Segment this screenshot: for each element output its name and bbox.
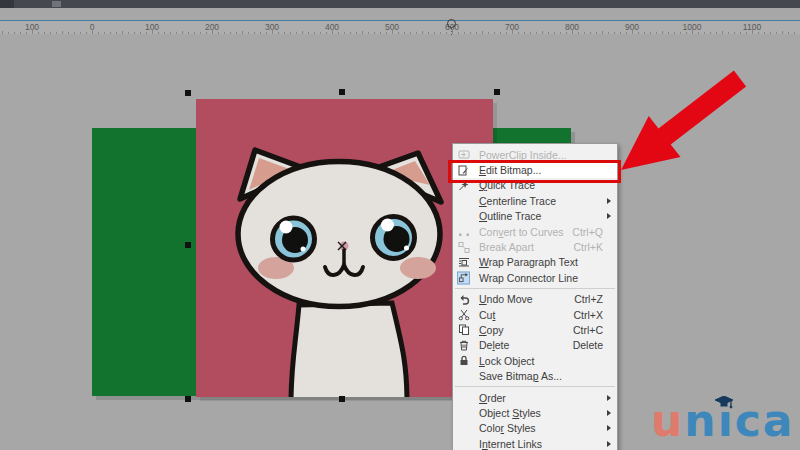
wrap-connector-icon [457, 271, 470, 284]
selection-center-x[interactable] [338, 242, 346, 250]
menu-item-label: PowerClip Inside... [479, 149, 567, 161]
submenu-arrow-icon [607, 213, 611, 219]
menu-item-color-styles[interactable]: Color Styles [453, 421, 617, 436]
menu-item-label: Object Styles [479, 407, 541, 419]
selection-handle[interactable] [494, 89, 500, 95]
menu-item-label: Copy [479, 324, 504, 336]
menu-item-label: Wrap Connector Line [479, 272, 578, 284]
menu-shortcut: Ctrl+Q [572, 226, 603, 238]
menu-item-label: Cut [479, 309, 495, 321]
menu-item-label: Break Apart [479, 241, 534, 253]
menu-item-wrap-connector-line[interactable]: Wrap Connector Line [453, 270, 617, 285]
graduation-cap-icon [714, 396, 734, 409]
menu-item-cut[interactable]: Cut Ctrl+X [453, 307, 617, 322]
menu-item-delete[interactable]: Delete Delete [453, 338, 617, 353]
delete-icon [457, 339, 470, 352]
submenu-arrow-icon [607, 395, 611, 401]
selection-handle[interactable] [185, 90, 191, 96]
menu-item-undo-move[interactable]: Undo Move Ctrl+Z [453, 292, 617, 307]
menu-item-object-styles[interactable]: Object Styles [453, 405, 617, 420]
menu-item-lock-object[interactable]: Lock Object [453, 353, 617, 368]
menu-item-label: Convert to Curves [479, 226, 564, 238]
menu-item-label: Outline Trace [479, 210, 541, 222]
convert-curves-icon [457, 225, 470, 238]
break-apart-icon [457, 241, 470, 254]
undo-icon [457, 293, 470, 306]
menu-item-convert-to-curves: Convert to Curves Ctrl+Q [453, 224, 617, 239]
selection-handle[interactable] [339, 89, 345, 95]
menu-item-label: Internet Links [479, 438, 542, 450]
menu-item-centerline-trace[interactable]: Centerline Trace [453, 193, 617, 208]
submenu-arrow-icon [607, 441, 611, 447]
unica-logo: unıca [651, 399, 795, 443]
menu-item-break-apart: Break Apart Ctrl+K [453, 239, 617, 254]
menu-shortcut: Delete [573, 339, 603, 351]
menu-item-label: Lock Object [479, 355, 534, 367]
menu-shortcut: Ctrl+X [574, 309, 603, 321]
submenu-arrow-icon [607, 410, 611, 416]
menu-item-save-bitmap-as[interactable]: Save Bitmap As... [453, 368, 617, 383]
menu-item-label: Color Styles [479, 422, 536, 434]
menu-item-label: Order [479, 392, 506, 404]
context-menu: PowerClip Inside...Edit Bitmap...Quick T… [452, 143, 618, 450]
lock-icon [457, 354, 470, 367]
selection-overlay [0, 0, 800, 450]
menu-item-outline-trace[interactable]: Outline Trace [453, 209, 617, 224]
copy-icon [457, 323, 470, 336]
selection-handle[interactable] [185, 242, 191, 248]
submenu-arrow-icon [607, 198, 611, 204]
menu-item-order[interactable]: Order [453, 390, 617, 405]
wrap-paragraph-icon [457, 256, 470, 269]
logo-letter-u: u [651, 399, 684, 443]
highlight-annotation-box [448, 160, 621, 183]
menu-shortcut: Ctrl+C [573, 324, 603, 336]
submenu-arrow-icon [607, 425, 611, 431]
menu-item-label: Centerline Trace [479, 195, 556, 207]
menu-item-label: Wrap Paragraph Text [479, 256, 578, 268]
menu-item-copy[interactable]: Copy Ctrl+C [453, 322, 617, 337]
menu-item-label: Undo Move [479, 293, 533, 305]
menu-shortcut: Ctrl+K [574, 241, 603, 253]
menu-item-wrap-paragraph-text[interactable]: Wrap Paragraph Text [453, 255, 617, 270]
menu-shortcut: Ctrl+Z [574, 293, 603, 305]
selection-handle[interactable] [339, 396, 345, 402]
menu-item-internet-links[interactable]: Internet Links [453, 436, 617, 450]
cut-icon [457, 308, 470, 321]
menu-item-label: Delete [479, 339, 509, 351]
selection-handle[interactable] [185, 396, 191, 402]
menu-item-label: Save Bitmap As... [479, 370, 562, 382]
